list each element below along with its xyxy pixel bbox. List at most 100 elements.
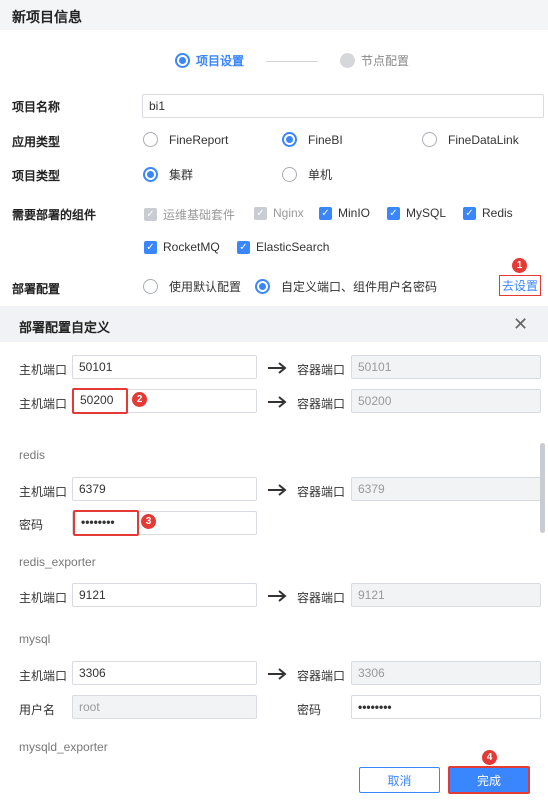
finish-button[interactable]: 完成 bbox=[448, 766, 530, 794]
step-badge-1: 1 bbox=[512, 258, 527, 273]
checkbox-label: Nginx bbox=[273, 206, 304, 220]
checkbox-mysql[interactable]: ✓ MySQL bbox=[387, 206, 446, 220]
section-title-redis: redis bbox=[19, 448, 46, 462]
checkbox-label: RocketMQ bbox=[163, 240, 220, 254]
dialog-title: 新项目信息 bbox=[12, 9, 82, 25]
radio-label: 使用默认配置 bbox=[169, 280, 242, 294]
container-port-label: 容器端口 bbox=[297, 591, 346, 605]
checkmark-icon: ✓ bbox=[144, 208, 157, 221]
redis-exporter-host-port-input[interactable]: 9121 bbox=[72, 583, 257, 607]
project-type-label: 项目类型 bbox=[12, 169, 61, 183]
checkbox-minio[interactable]: ✓ MinIO bbox=[319, 206, 370, 220]
checkbox-label: MySQL bbox=[406, 206, 447, 220]
redis-host-port-input[interactable]: 6379 bbox=[72, 477, 257, 501]
container-port-label: 容器端口 bbox=[297, 485, 346, 499]
step-badge-2: 2 bbox=[132, 392, 147, 407]
radio-label: FineBI bbox=[308, 132, 343, 147]
host-port-highlighted-value[interactable]: 50200 bbox=[72, 388, 128, 414]
step-label: 节点配置 bbox=[361, 54, 410, 68]
checkmark-icon: ✓ bbox=[463, 206, 476, 220]
checkbox-label: MinIO bbox=[338, 206, 371, 220]
radio-finebi[interactable]: FineBI bbox=[282, 132, 343, 147]
host-port-label: 主机端口 bbox=[19, 669, 68, 683]
section-title-mysqld-exporter: mysqld_exporter bbox=[19, 740, 108, 754]
step-active-dot-icon bbox=[175, 53, 190, 68]
mysql-container-port-input: 3306 bbox=[351, 661, 541, 685]
deploy-config-label: 部署配置 bbox=[12, 282, 61, 296]
radio-selected-icon bbox=[282, 132, 297, 147]
checkmark-icon: ✓ bbox=[387, 206, 400, 220]
checkbox-elasticsearch[interactable]: ✓ ElasticSearch bbox=[237, 240, 329, 254]
step-badge-3: 3 bbox=[141, 514, 156, 529]
checkmark-icon: ✓ bbox=[254, 206, 267, 220]
radio-selected-icon bbox=[143, 167, 158, 182]
redis-container-port-input: 6379 bbox=[351, 477, 541, 501]
step-node-config[interactable]: 节点配置 bbox=[340, 52, 409, 69]
close-icon[interactable]: ✕ bbox=[513, 314, 528, 335]
step-connector bbox=[266, 61, 318, 62]
password-label: 密码 bbox=[19, 518, 44, 532]
redis-exporter-container-port-input: 9121 bbox=[351, 583, 541, 607]
radio-circle-icon bbox=[143, 132, 158, 147]
mysql-username-input: root bbox=[72, 695, 257, 719]
radio-label: 集群 bbox=[169, 168, 194, 182]
custom-config-header: 部署配置自定义 ✕ bbox=[0, 306, 548, 342]
radio-circle-icon bbox=[422, 132, 437, 147]
redis-password-highlighted-value[interactable]: •••••••• bbox=[73, 510, 139, 536]
radio-label: FineReport bbox=[169, 132, 229, 147]
radio-finereport[interactable]: FineReport bbox=[143, 132, 228, 147]
radio-circle-icon bbox=[143, 279, 158, 294]
container-port-input: 50101 bbox=[351, 355, 541, 379]
step-badge-4: 4 bbox=[482, 750, 497, 765]
radio-circle-icon bbox=[282, 167, 297, 182]
checkmark-icon: ✓ bbox=[144, 240, 157, 254]
radio-selected-icon bbox=[255, 279, 270, 294]
checkbox-nginx: ✓ Nginx bbox=[254, 206, 304, 220]
step-inactive-dot-icon bbox=[340, 53, 355, 68]
dialog-header: 新项目信息 bbox=[0, 0, 548, 30]
section-title-redis-exporter: redis_exporter bbox=[19, 555, 96, 569]
host-port-label: 主机端口 bbox=[19, 485, 68, 499]
radio-finedatalink[interactable]: FineDataLink bbox=[422, 132, 519, 147]
checkbox-rocketmq[interactable]: ✓ RocketMQ bbox=[144, 240, 220, 254]
radio-default-config[interactable]: 使用默认配置 bbox=[143, 278, 241, 295]
radio-label: 自定义端口、组件用户名密码 bbox=[281, 280, 438, 294]
container-port-label: 容器端口 bbox=[297, 397, 346, 411]
host-port-label: 主机端口 bbox=[19, 397, 68, 411]
go-settings-label: 去设置 bbox=[501, 279, 538, 293]
checkbox-ops-suite: ✓ 运维基础套件 bbox=[144, 206, 235, 223]
checkmark-icon: ✓ bbox=[237, 240, 250, 254]
radio-label: 单机 bbox=[308, 168, 333, 182]
checkbox-redis[interactable]: ✓ Redis bbox=[463, 206, 513, 220]
section-title-mysql: mysql bbox=[19, 632, 51, 646]
scrollbar-thumb[interactable] bbox=[540, 443, 545, 533]
host-port-input[interactable]: 50101 bbox=[72, 355, 257, 379]
radio-cluster[interactable]: 集群 bbox=[143, 166, 193, 183]
container-port-label: 容器端口 bbox=[297, 669, 346, 683]
project-name-input[interactable]: bi1 bbox=[142, 94, 544, 118]
arrow-right-icon bbox=[268, 668, 287, 680]
checkbox-label: 运维基础套件 bbox=[163, 208, 236, 222]
checkbox-label: ElasticSearch bbox=[256, 240, 330, 254]
radio-standalone[interactable]: 单机 bbox=[282, 166, 332, 183]
mysql-password-input[interactable]: •••••••• bbox=[351, 695, 541, 719]
host-port-label: 主机端口 bbox=[19, 363, 68, 377]
checkbox-label: Redis bbox=[482, 206, 513, 220]
project-name-label: 项目名称 bbox=[12, 100, 61, 114]
password-label: 密码 bbox=[297, 703, 322, 717]
step-label: 项目设置 bbox=[196, 54, 245, 68]
arrow-right-icon bbox=[268, 590, 287, 602]
cancel-button[interactable]: 取消 bbox=[359, 767, 440, 793]
step-project-settings[interactable]: 项目设置 bbox=[175, 52, 244, 69]
radio-label: FineDataLink bbox=[448, 132, 519, 147]
go-settings-link[interactable]: 去设置 bbox=[499, 275, 541, 296]
arrow-right-icon bbox=[268, 396, 287, 408]
radio-custom-config[interactable]: 自定义端口、组件用户名密码 bbox=[255, 278, 437, 295]
container-port-input: 50200 bbox=[351, 389, 541, 413]
mysql-host-port-input[interactable]: 3306 bbox=[72, 661, 257, 685]
username-label: 用户名 bbox=[19, 703, 56, 717]
step-indicator: 项目设置 节点配置 bbox=[0, 52, 548, 72]
arrow-right-icon bbox=[268, 362, 287, 374]
custom-config-title: 部署配置自定义 bbox=[19, 320, 111, 335]
checkmark-icon: ✓ bbox=[319, 206, 332, 220]
